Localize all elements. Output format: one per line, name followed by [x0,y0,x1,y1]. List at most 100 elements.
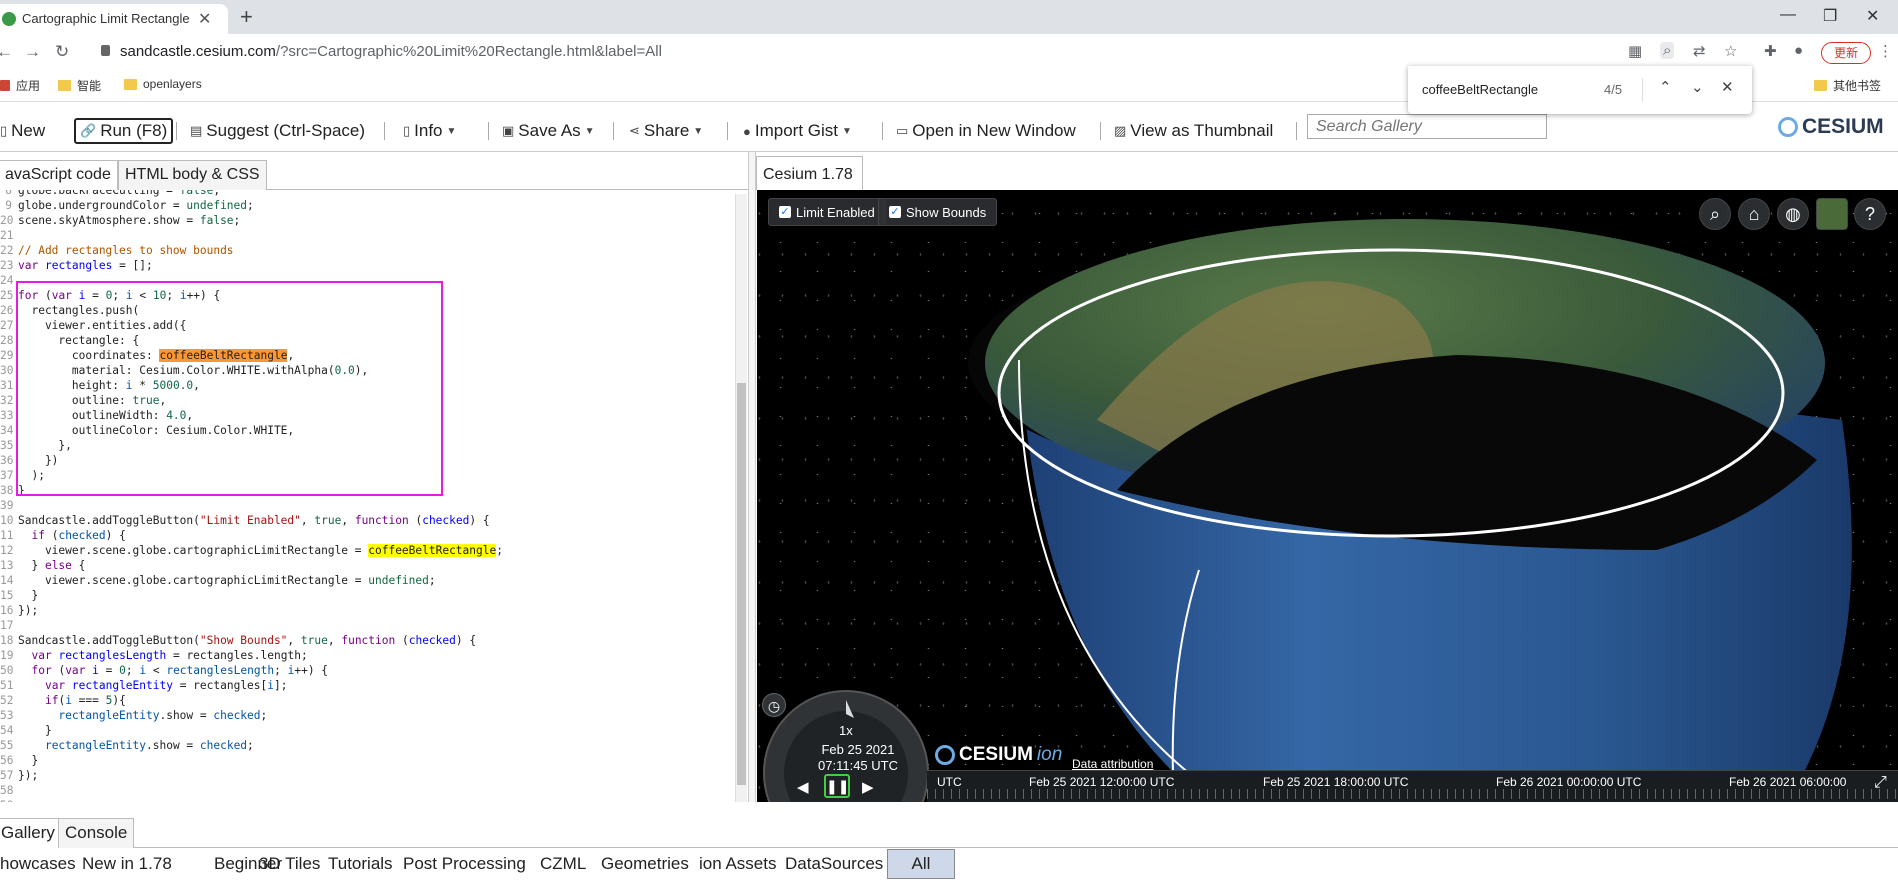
run-label: Run (F8) [100,121,168,140]
data-attribution-link[interactable]: Data attribution [1072,757,1153,771]
play-reverse-icon[interactable]: ◀ [797,778,809,796]
run-button[interactable]: 🔗 Run (F8) [74,118,174,144]
code-line: Sandcastle.addToggleButton("Show Bounds"… [18,634,477,647]
import-gist-dropdown[interactable]: ● Import Gist ▼ [743,118,852,144]
bookmark-zhineng[interactable]: 智能 [58,77,101,94]
cesium-viewer[interactable]: ✓ Limit Enabled ✓ Show Bounds ⌕ ⌂ ◍ ? ◷ 1x… [757,190,1898,802]
minimize-icon[interactable]: — [1780,6,1796,24]
browser-tab[interactable]: Cartographic Limit Rectangle - Cesium ✕ [0,4,228,34]
cesium-ion-logo[interactable]: CESIUM ion [935,744,1062,766]
timeline-label: Feb 26 2021 06:00:00 [1729,775,1847,789]
share-dropdown[interactable]: ⋖ Share ▼ [629,118,703,144]
find-in-page-icon[interactable]: ⌕ [1660,42,1675,59]
code-line: }); [18,604,39,617]
find-divider [1642,78,1643,102]
search-gallery-input[interactable] [1307,114,1547,139]
new-button[interactable]: ▯ New [0,118,45,144]
gallery-filter-tutorials[interactable]: Tutorials [328,854,393,874]
line-number: 27 [0,319,14,332]
close-window-icon[interactable]: ✕ [1866,6,1879,26]
line-number: 34 [0,424,14,437]
suggest-label: Suggest (Ctrl-Space) [206,121,366,140]
base-layer-picker-icon[interactable] [1816,198,1848,230]
gallery-filter-all[interactable]: All [887,849,955,879]
find-next-icon[interactable]: ⌄ [1691,78,1704,96]
line-number: 29 [0,349,14,362]
timeline[interactable]: UTC Feb 25 2021 12:00:00 UTC Feb 25 2021… [927,770,1898,802]
gallery-filter-new[interactable]: New in 1.78 [82,854,172,874]
extensions-icon[interactable]: ✚ [1764,42,1777,60]
gallery-filter-czml[interactable]: CZML [540,854,586,874]
toolbar-divider [727,122,728,140]
translate-icon[interactable]: ⇄ [1693,42,1706,60]
cesium-logo-icon [1778,117,1798,137]
cesium-ion-logo-text: CESIUM [959,744,1033,765]
scene-mode-globe-icon[interactable]: ◍ [1777,198,1809,230]
find-close-icon[interactable]: ✕ [1721,78,1734,96]
line-number: 50 [0,664,14,677]
forward-icon[interactable]: → [24,42,41,62]
open-new-window-button[interactable]: ▭ Open in New Window [896,118,1076,144]
bookmark-apps[interactable]: 应用 [0,77,40,94]
gallery-filter-datasources[interactable]: DataSources [785,854,883,874]
find-input[interactable]: coffeeBeltRectangle [1422,82,1538,97]
menu-icon[interactable]: ⋮ [1878,42,1893,60]
show-bounds-label: Show Bounds [906,204,987,220]
github-icon: ● [743,123,751,139]
restore-icon[interactable]: ❐ [1823,6,1837,26]
fullscreen-icon[interactable]: ⤢ [1874,774,1887,792]
geocoder-search-icon[interactable]: ⌕ [1699,198,1731,230]
home-icon[interactable]: ⌂ [1738,198,1770,230]
tab-close-icon[interactable]: ✕ [198,9,211,29]
bookmark-star-icon[interactable]: ☆ [1724,42,1737,60]
save-as-dropdown[interactable]: ▣ Save As ▼ [502,118,595,144]
bookmark-openlayers[interactable]: openlayers [124,77,202,91]
tab-console[interactable]: Console [58,818,135,848]
line-number: 15 [0,589,14,602]
code-line: viewer.scene.globe.cartographicLimitRect… [18,544,503,557]
chevron-down-icon: ▼ [841,125,852,137]
play-forward-icon[interactable]: ▶ [862,778,874,796]
gallery-filter-showcases[interactable]: howcases [0,854,76,874]
tab-cesium-viewer[interactable]: Cesium 1.78 [756,156,863,190]
folder-icon [1814,80,1827,91]
info-dropdown[interactable]: ▯ Info ▼ [403,118,456,144]
bookmark-other[interactable]: 其他书签 [1814,77,1881,94]
pane-splitter[interactable] [748,152,756,802]
line-number: 57 [0,769,14,782]
back-icon[interactable]: ← [0,42,13,62]
limit-enabled-toggle[interactable]: ✓ Limit Enabled [768,198,886,226]
update-button[interactable]: 更新 [1821,42,1871,64]
gallery-filter-3dtiles[interactable]: 3D Tiles [259,854,320,874]
qr-icon[interactable]: ▦ [1628,42,1642,60]
help-icon[interactable]: ? [1854,198,1886,230]
url-field[interactable]: sandcastle.cesium.com/?src=Cartographic%… [120,43,662,60]
selection-highlight-box [16,281,443,496]
gallery-filter-ionassets[interactable]: ion Assets [699,854,777,874]
new-tab-button[interactable]: + [240,4,253,30]
lock-icon[interactable] [101,45,110,56]
chevron-down-icon: ▼ [584,125,595,137]
suggest-button[interactable]: ▤ Suggest (Ctrl-Space) [190,118,365,144]
line-number: 32 [0,394,14,407]
line-number: 54 [0,724,14,737]
code-line: } [18,754,39,767]
gallery-filter-geometries[interactable]: Geometries [601,854,689,874]
chevron-down-icon: ▼ [693,125,704,137]
gallery-filter-postprocessing[interactable]: Post Processing [403,854,526,874]
tab-gallery[interactable]: Gallery [0,818,62,848]
clock-icon[interactable]: ◷ [762,693,786,717]
view-thumbnail-button[interactable]: ▨ View as Thumbnail [1114,118,1273,144]
reload-icon[interactable]: ↻ [55,42,69,62]
editor-scrollbar-thumb[interactable] [737,383,746,785]
line-number: 26 [0,304,14,317]
url-path: /?src=Cartographic%20Limit%20Rectangle.h… [275,43,662,60]
toolbar-divider [882,122,883,140]
find-previous-icon[interactable]: ⌃ [1659,78,1672,96]
tab-javascript[interactable]: avaScript code [0,160,118,190]
info-icon: ▯ [403,123,411,138]
pause-icon[interactable]: ❚❚ [824,774,850,798]
show-bounds-toggle[interactable]: ✓ Show Bounds [878,198,998,226]
tab-html-css[interactable]: HTML body & CSS [118,160,267,190]
profile-icon[interactable]: ● [1794,42,1803,59]
